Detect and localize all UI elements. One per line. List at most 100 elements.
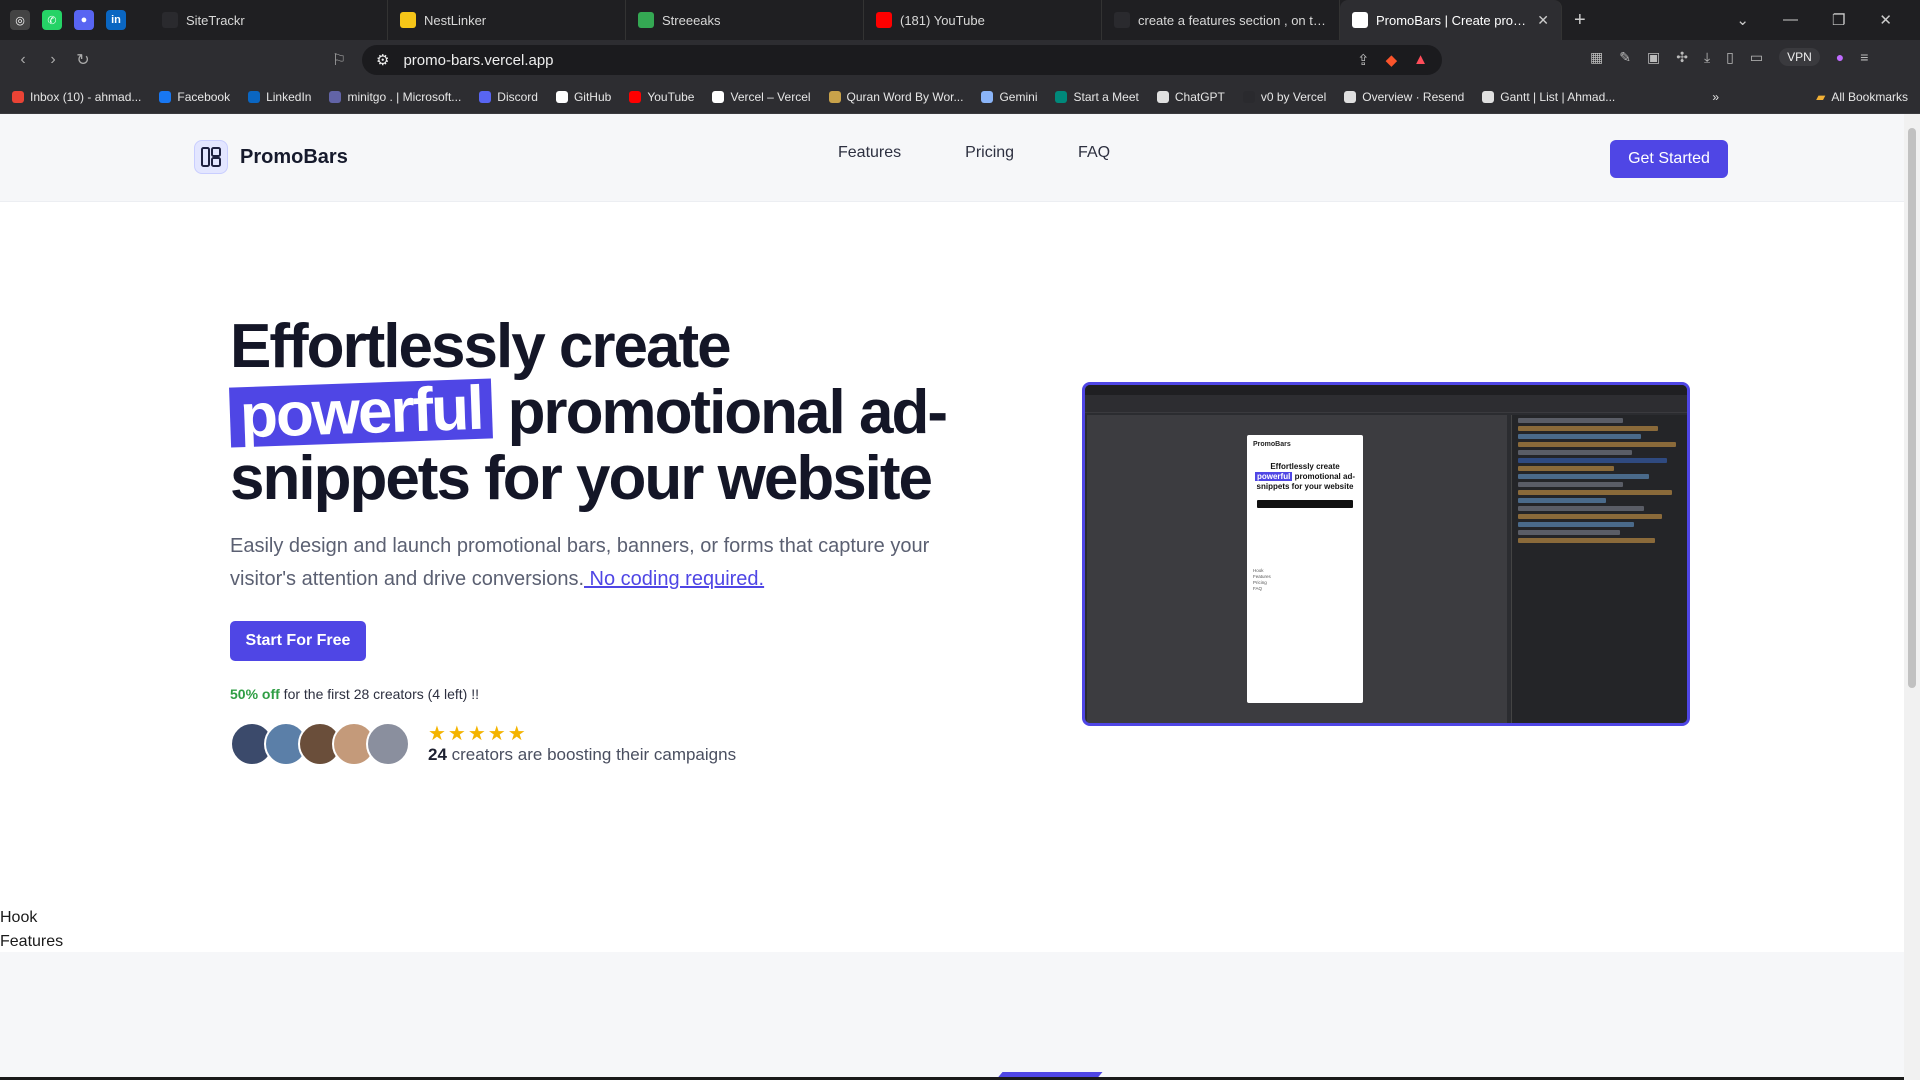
get-started-button[interactable]: Get Started (1610, 140, 1728, 178)
sidebar-icon[interactable]: ▯ (1726, 49, 1734, 66)
hero-subtitle: Easily design and launch promotional bar… (230, 530, 960, 596)
site-settings-icon[interactable]: ⚙ (376, 51, 389, 69)
devtools-line (1518, 506, 1644, 511)
brave-shield-icon[interactable]: ◆ (1386, 51, 1398, 69)
nav-faq[interactable]: FAQ (1078, 144, 1110, 162)
tab-search-icon[interactable]: ⌄ (1736, 11, 1749, 29)
extension-icon[interactable]: ▦ (1590, 49, 1603, 66)
bookmark-item[interactable]: ChatGPT (1156, 90, 1225, 104)
devtools-line (1518, 458, 1667, 463)
address-bar[interactable]: ⚙ promo-bars.vercel.app ⇪ ◆ ▲ (362, 45, 1442, 75)
no-coding-link[interactable]: No coding required. (584, 568, 765, 590)
bookmark-item[interactable]: Facebook (159, 90, 230, 104)
extensions-puzzle-icon[interactable]: ✣ (1676, 49, 1688, 66)
eyedropper-icon[interactable]: ✎ (1619, 49, 1631, 66)
devtools-line (1518, 482, 1623, 487)
more-bookmarks-icon[interactable]: » (1712, 90, 1719, 104)
preview-button (1257, 500, 1353, 508)
chatgpt-pinned-icon[interactable]: ◎ (10, 10, 30, 30)
all-bookmarks-label: All Bookmarks (1831, 89, 1908, 104)
scrollbar-thumb[interactable] (1908, 128, 1916, 688)
tab-nestlinker[interactable]: NestLinker (388, 0, 626, 40)
bookmark-favicon-icon (12, 90, 24, 103)
nav-features[interactable]: Features (838, 144, 901, 162)
tab-close-icon[interactable]: ✕ (1537, 12, 1549, 29)
tab-streeeaks[interactable]: Streeeaks (626, 0, 864, 40)
brave-rewards-icon[interactable]: ▲ (1413, 51, 1428, 69)
url-text[interactable]: promo-bars.vercel.app (403, 52, 553, 69)
bookmark-item[interactable]: Gantt | List | Ahmad... (1482, 90, 1615, 104)
hero-title-highlight: powerful (229, 374, 494, 451)
bookmark-item[interactable]: minitgo . | Microsoft... (329, 90, 461, 104)
bookmark-favicon-icon (828, 90, 841, 103)
section-link-features[interactable]: Features (0, 930, 63, 954)
start-for-free-button[interactable]: Start For Free (230, 621, 366, 661)
new-tab-icon[interactable]: + (1562, 9, 1598, 32)
back-icon[interactable]: ‹ (8, 51, 38, 69)
close-window-icon[interactable]: ✕ (1879, 11, 1892, 29)
devtools-line (1518, 490, 1672, 495)
linkedin-pinned-icon[interactable]: in (106, 10, 126, 30)
menu-icon[interactable]: ≡ (1860, 49, 1868, 65)
devtools-line (1518, 530, 1620, 535)
bookmark-item[interactable]: LinkedIn (248, 90, 311, 104)
restore-icon[interactable]: ❐ (1832, 11, 1845, 29)
hero-preview-screenshot: PromoBars Effortlessly create powerful p… (1082, 382, 1690, 726)
main-nav: Features Pricing FAQ (838, 144, 1110, 162)
vpn-button[interactable]: VPN (1779, 48, 1820, 66)
bookmark-label: YouTube (647, 89, 695, 104)
bookmark-item[interactable]: Start a Meet (1055, 89, 1139, 104)
bookmark-item[interactable]: GitHub (555, 89, 612, 104)
bookmark-favicon-icon (1156, 90, 1169, 103)
download-icon[interactable]: ⤓ (1704, 49, 1710, 66)
reload-icon[interactable]: ↻ (68, 50, 98, 70)
bookmark-item[interactable]: Vercel – Vercel (712, 89, 811, 104)
hero-title: Effortlessly create powerful promotional… (229, 312, 990, 512)
chat-favicon-icon (1114, 12, 1130, 28)
avatar-stack (230, 722, 410, 766)
bookmark-label: GitHub (573, 89, 612, 104)
bookmark-favicon-icon (329, 90, 342, 103)
bookmark-icon[interactable]: ⚐ (324, 50, 354, 70)
wallet-icon[interactable]: ▭ (1750, 49, 1763, 66)
bookmark-item[interactable]: Overview · Resend (1344, 90, 1464, 104)
tab-chat[interactable]: create a features section , on the top (1102, 0, 1340, 40)
messenger-pinned-icon[interactable]: ● (74, 10, 94, 30)
bookmark-item[interactable]: Quran Word By Wor... (828, 90, 963, 104)
nav-pricing[interactable]: Pricing (965, 144, 1014, 162)
page-viewport: PromoBars Features Pricing FAQ Get Start… (0, 114, 1904, 1080)
bookmark-item[interactable]: Discord (479, 90, 538, 104)
tab-promobars[interactable]: PromoBars | Create promotional✕ (1340, 0, 1562, 40)
bookmark-label: Start a Meet (1073, 89, 1139, 104)
tab-youtube[interactable]: (181) YouTube (864, 0, 1102, 40)
bookmark-item[interactable]: YouTube (629, 90, 694, 104)
page-scrollbar[interactable] (1904, 114, 1920, 1080)
bookmark-label: Overview · Resend (1362, 89, 1465, 104)
preview-brand: PromoBars (1253, 441, 1291, 448)
star-rating-icon: ★★★★★ (428, 723, 528, 745)
section-link-hook[interactable]: Hook (0, 906, 63, 930)
bookmark-label: Inbox (10) - ahmad... (30, 89, 142, 104)
all-bookmarks-folder[interactable]: ▰ All Bookmarks (1816, 90, 1920, 104)
bookmarks-bar: Inbox (10) - ahmad... Facebook LinkedIn min… (0, 80, 1920, 114)
bookmark-favicon-icon (981, 90, 994, 103)
promobars-logo-icon (194, 140, 228, 174)
preview-section-links: Hook Features Pricing FAQ (1253, 568, 1357, 592)
tab-sitetrackr[interactable]: SiteTrackr (150, 0, 388, 40)
forward-icon[interactable]: › (38, 51, 68, 69)
bookmark-favicon-icon (159, 90, 172, 103)
bookmark-item[interactable]: Gemini (981, 90, 1037, 104)
whatsapp-pinned-icon[interactable]: ✆ (42, 10, 62, 30)
bookmark-item[interactable]: v0 by Vercel (1242, 90, 1326, 104)
profile-icon[interactable]: ● (1836, 49, 1844, 65)
share-icon[interactable]: ⇪ (1357, 51, 1370, 69)
bookmark-label: Vercel – Vercel (730, 89, 811, 104)
brand-logo[interactable]: PromoBars (194, 140, 348, 174)
bookmark-item[interactable]: Inbox (10) - ahmad... (12, 90, 141, 104)
bookmark-favicon-icon (555, 90, 568, 103)
extension-square-icon[interactable]: ▣ (1647, 49, 1660, 66)
minimize-icon[interactable]: — (1783, 11, 1798, 29)
preview-title-part-1: Effortlessly create (1270, 462, 1340, 471)
window-controls: ⌄ — ❐ ✕ (1736, 11, 1920, 29)
hero-title-part-1: Effortlessly create (230, 312, 732, 381)
